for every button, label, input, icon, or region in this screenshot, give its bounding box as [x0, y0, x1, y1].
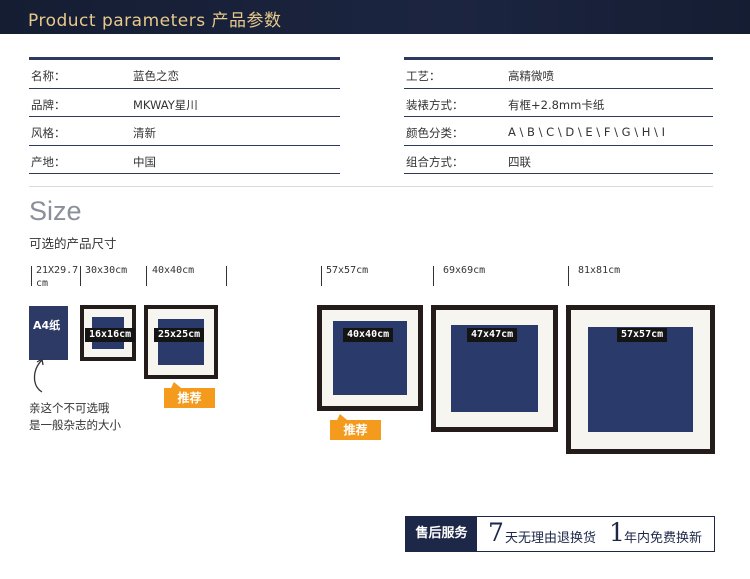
size-label-30: 30x30cm: [85, 265, 128, 276]
param-key: 风格：: [31, 126, 66, 140]
param-row-name: 名称： 蓝色之恋: [29, 60, 340, 89]
inner-size-label: 47x47cm: [467, 328, 518, 342]
param-row-brand: 品牌： MKWAY星川: [29, 89, 340, 117]
param-row-mounting: 装裱方式： 有框+2.8mm卡纸: [404, 89, 713, 117]
note-line: 亲这个不可选哦: [29, 401, 110, 415]
size-tick: [146, 266, 147, 286]
param-row-combination: 组合方式： 四联: [404, 146, 713, 174]
size-tick: [80, 266, 81, 286]
param-row-colors: 颜色分类： A \ B \ C \ D \ E \ F \ G \ H \ I: [404, 117, 713, 146]
note-line: 是一般杂志的大小: [29, 418, 121, 432]
params-table-right: 工艺： 高精微喷 装裱方式： 有框+2.8mm卡纸 颜色分类： A \ B \ …: [404, 57, 713, 174]
recommend-badge: 推荐: [330, 420, 381, 440]
param-row-style: 风格： 清新: [29, 117, 340, 146]
size-tick: [31, 266, 32, 286]
service-label: 售后服务: [406, 517, 477, 551]
param-value: 清新: [133, 126, 156, 140]
param-key: 名称：: [31, 69, 66, 83]
param-key: 品牌：: [31, 97, 66, 112]
param-value: 四联: [508, 154, 531, 169]
header-bar: Product parameters 产品参数: [0, 0, 750, 34]
service-number: 7: [488, 518, 504, 547]
inner-size-label: 40x40cm: [343, 328, 394, 342]
frame-artwork: [158, 319, 204, 365]
a4-note: 亲这个不可选哦 是一般杂志的大小: [29, 400, 121, 434]
param-key: 组合方式：: [406, 154, 464, 169]
size-label-69: 69x69cm: [443, 265, 486, 276]
a4-magazine: A4纸: [29, 306, 68, 360]
param-key: 工艺：: [406, 69, 441, 83]
param-key: 颜色分类：: [406, 126, 464, 140]
size-subtitle: 可选的产品尺寸: [29, 236, 117, 251]
param-value: MKWAY星川: [133, 97, 198, 112]
size-title: Size: [29, 196, 82, 226]
size-label-57: 57x57cm: [326, 265, 369, 276]
param-value: A \ B \ C \ D \ E \ F \ G \ H \ I: [508, 125, 665, 139]
size-tick: [226, 266, 227, 286]
param-row-craft: 工艺： 高精微喷: [404, 60, 713, 89]
param-row-origin: 产地： 中国: [29, 146, 340, 174]
frame-57x57: [317, 305, 423, 411]
size-label-40: 40x40cm: [152, 265, 195, 276]
after-sale-service-bar: 售后服务 7 天无理由退换货 1 年内免费换新: [405, 516, 715, 552]
param-key: 产地：: [31, 154, 66, 169]
frame-69x69: [431, 305, 558, 432]
param-value: 蓝色之恋: [133, 69, 179, 83]
frame-artwork: [588, 327, 693, 432]
service-text: 年内免费换新: [624, 531, 703, 546]
inner-size-label: 25x25cm: [154, 328, 205, 342]
param-value: 中国: [133, 154, 156, 169]
page-title: Product parameters 产品参数: [28, 11, 282, 31]
inner-size-label: 57x57cm: [617, 328, 668, 342]
service-text: 天无理由退换货: [505, 531, 597, 546]
inner-size-label: 16x16cm: [85, 328, 136, 342]
size-label-81: 81x81cm: [578, 265, 621, 276]
size-tick: [433, 266, 434, 286]
frame-40x40: [144, 305, 218, 379]
service-number: 1: [609, 518, 625, 547]
param-key: 装裱方式：: [406, 97, 464, 112]
size-label-a4: 21X29.7 cm: [36, 265, 79, 289]
section-divider: [29, 186, 713, 187]
params-table-left: 名称： 蓝色之恋 品牌： MKWAY星川 风格： 清新 产地： 中国: [29, 57, 340, 174]
recommend-badge: 推荐: [164, 388, 215, 408]
param-value: 高精微喷: [508, 69, 554, 83]
size-tick: [568, 266, 569, 286]
curved-arrow-icon: [33, 357, 44, 393]
param-value: 有框+2.8mm卡纸: [508, 97, 605, 112]
a4-label: A4纸: [33, 319, 61, 332]
size-tick: [321, 266, 322, 286]
